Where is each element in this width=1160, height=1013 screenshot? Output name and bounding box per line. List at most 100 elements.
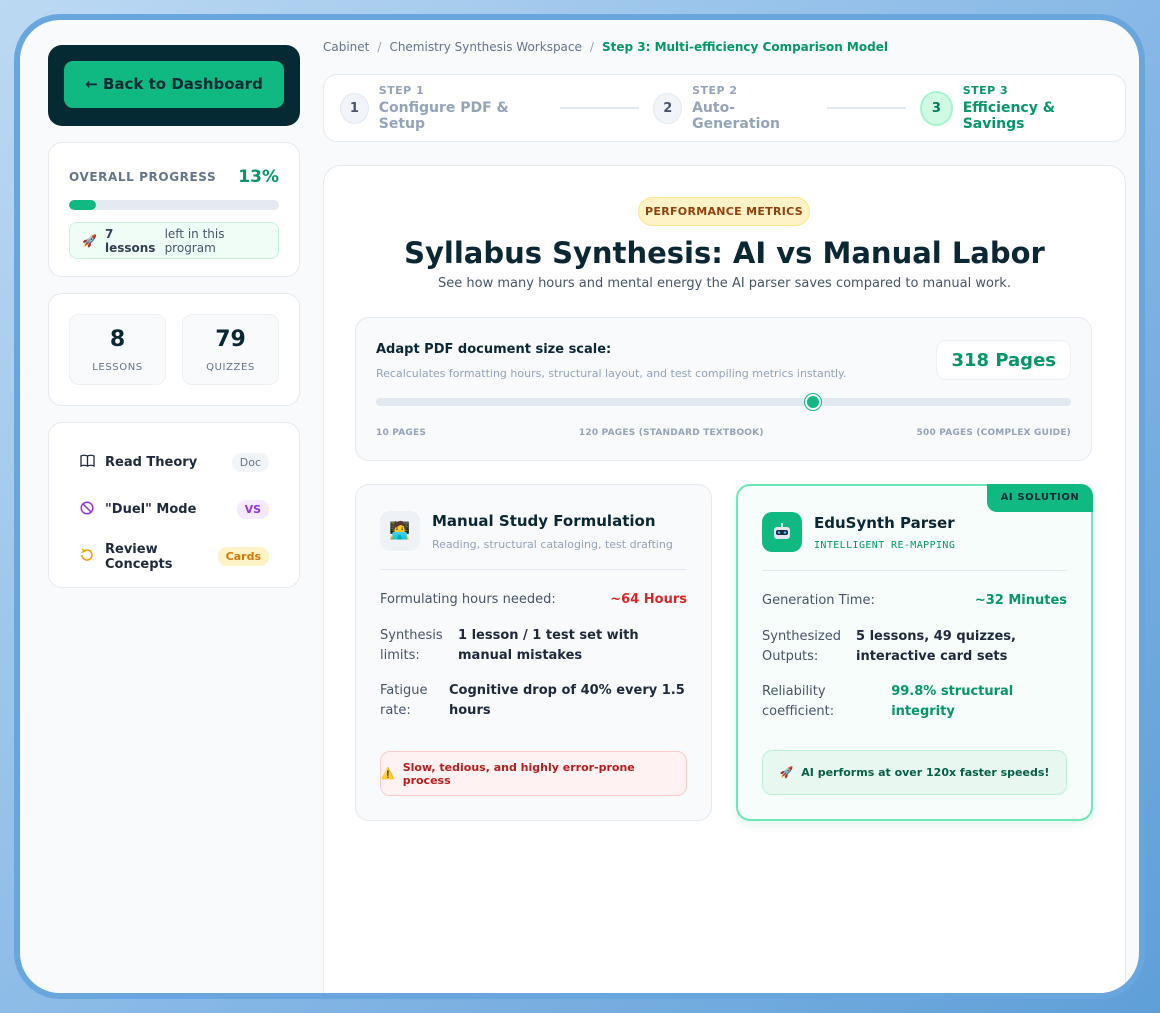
robot-icon: [762, 512, 802, 552]
doc-badge: Doc: [231, 453, 269, 472]
menu-item-label: Read Theory: [105, 455, 198, 470]
ai-solution-tag: AI SOLUTION: [987, 484, 1093, 512]
step-connector: [559, 107, 640, 109]
lessons-left-count: 7 lessons: [104, 226, 156, 255]
menu-item-read-theory[interactable]: Read Theory Doc: [79, 439, 269, 486]
metric-label: Reliability coefficient:: [762, 684, 835, 719]
comparison-panel: PERFORMANCE METRICS Syllabus Synthesis: …: [323, 165, 1126, 993]
sidebar: ← Back to Dashboard OVERALL PROGRESS 13%…: [48, 45, 300, 588]
step-1[interactable]: 1 STEP 1 Configure PDF & Setup: [340, 84, 546, 132]
page-size-slider[interactable]: [376, 394, 1071, 410]
menu-item-duel-mode[interactable]: "Duel" Mode VS: [79, 486, 269, 533]
person-at-laptop-icon: 🧑‍💻: [380, 511, 420, 551]
menu-item-label: "Duel" Mode: [105, 502, 197, 517]
card-title: Manual Study Formulation: [432, 511, 656, 530]
step-title: Auto-Generation: [692, 100, 780, 132]
metric-value: Cognitive drop of 40% every 1.5 hours: [449, 683, 685, 718]
rocket-icon: 🚀: [82, 233, 97, 248]
device-frame: ← Back to Dashboard OVERALL PROGRESS 13%…: [14, 14, 1145, 999]
page-subtitle: See how many hours and mental energy the…: [438, 276, 1011, 291]
pages-count-display: 318 Pages: [936, 340, 1071, 380]
card-title: EduSynth Parser: [814, 513, 955, 532]
stat-label: LESSONS: [92, 362, 143, 373]
menu-item-review-concepts[interactable]: Review Concepts Cards: [79, 533, 269, 580]
progress-card: OVERALL PROGRESS 13% 🚀 7 lessons left in…: [48, 142, 300, 277]
divider: [762, 570, 1067, 571]
card-subtitle: Reading, structural cataloging, test dra…: [432, 537, 673, 551]
stat-label: QUIZZES: [206, 362, 255, 373]
performance-metrics-badge: PERFORMANCE METRICS: [638, 197, 810, 226]
manual-warning-note: ⚠️ Slow, tedious, and highly error-prone…: [380, 751, 687, 796]
metric-value: ~64 Hours: [610, 592, 687, 607]
main-content: Cabinet / Chemistry Synthesis Workspace …: [323, 40, 1126, 993]
note-text: Slow, tedious, and highly error-prone pr…: [402, 760, 635, 787]
stat-quizzes: 79 QUIZZES: [182, 314, 279, 385]
breadcrumb: Cabinet / Chemistry Synthesis Workspace …: [323, 40, 1126, 60]
stat-value: 8: [109, 327, 126, 352]
metric-label: Fatigue rate:: [380, 683, 428, 718]
ai-comparison-card: AI SOLUTION EduSynth Parser INTELLIGENT …: [736, 484, 1093, 821]
stepper: 1 STEP 1 Configure PDF & Setup 2 STEP 2 …: [323, 74, 1126, 142]
breadcrumb-current: Step 3: Multi-efficiency Comparison Mode…: [601, 40, 888, 54]
stat-lessons: 8 LESSONS: [69, 314, 166, 385]
breadcrumb-workspace[interactable]: Chemistry Synthesis Workspace: [389, 40, 581, 60]
metric-label: Formulating hours needed:: [380, 592, 556, 607]
metric-row: Reliability coefficient: 99.8% structura…: [762, 682, 1067, 722]
app-screen: ← Back to Dashboard OVERALL PROGRESS 13%…: [20, 20, 1139, 993]
progress-label: OVERALL PROGRESS: [69, 170, 217, 184]
stat-value: 79: [215, 327, 246, 352]
step-connector: [826, 107, 907, 109]
metric-row: Synthesis limits: 1 lesson / 1 test set …: [380, 626, 687, 666]
pdf-scale-card: Adapt PDF document size scale: Recalcula…: [355, 317, 1092, 461]
breadcrumb-cabinet[interactable]: Cabinet: [323, 40, 369, 60]
step-kicker: STEP 1: [378, 84, 425, 97]
step-2[interactable]: 2 STEP 2 Auto-Generation: [653, 84, 812, 132]
metric-value: 99.8% structural integrity: [891, 684, 1014, 719]
metric-label: Generation Time:: [762, 593, 875, 608]
metric-value: ~32 Minutes: [974, 593, 1067, 608]
cards-badge: Cards: [217, 547, 269, 566]
breadcrumb-separator: /: [589, 40, 594, 54]
progress-bar-fill: [69, 200, 97, 210]
step-number: 2: [653, 92, 683, 124]
step-title: Efficiency & Savings: [962, 100, 1055, 132]
step-title: Configure PDF & Setup: [378, 100, 509, 132]
metric-row: Fatigue rate: Cognitive drop of 40% ever…: [380, 681, 687, 721]
stats-card: 8 LESSONS 79 QUIZZES: [48, 293, 300, 406]
metric-label: Synthesized Outputs:: [762, 629, 841, 664]
slider-label-max: 500 PAGES (COMPLEX GUIDE): [916, 428, 1071, 438]
page-title: Syllabus Synthesis: AI vs Manual Labor: [404, 236, 1045, 270]
prohibited-icon: [79, 500, 95, 519]
back-to-dashboard-button[interactable]: ← Back to Dashboard: [64, 61, 284, 108]
step-number: 1: [340, 92, 369, 124]
slider-label-min: 10 PAGES: [376, 428, 427, 438]
rocket-icon: 🚀: [779, 766, 794, 779]
progress-percent: 13%: [238, 167, 279, 187]
slider-label-mid: 120 PAGES (STANDARD TEXTBOOK): [578, 428, 764, 438]
book-icon: [79, 454, 95, 471]
lessons-left-notice: 🚀 7 lessons left in this program: [69, 222, 279, 259]
step-3[interactable]: 3 STEP 3 Efficiency & Savings: [920, 84, 1109, 132]
lessons-left-text: left in this program: [164, 226, 225, 255]
step-number: 3: [920, 90, 953, 126]
divider: [380, 569, 687, 570]
metric-row: Synthesized Outputs: 5 lessons, 49 quizz…: [762, 627, 1067, 667]
back-card: ← Back to Dashboard: [48, 45, 300, 126]
mode-menu: Read Theory Doc "Duel" Mode VS Review Co…: [48, 422, 300, 588]
breadcrumb-separator: /: [377, 40, 382, 54]
metric-row: Formulating hours needed: ~64 Hours: [380, 590, 687, 610]
vs-badge: VS: [236, 500, 269, 519]
step-kicker: STEP 2: [692, 84, 738, 97]
slider-labels: 10 PAGES 120 PAGES (STANDARD TEXTBOOK) 5…: [376, 428, 1071, 438]
metric-value: 1 lesson / 1 test set with manual mistak…: [458, 628, 639, 663]
menu-item-label: Review Concepts: [105, 541, 173, 572]
ai-speed-note: 🚀 AI performs at over 120x faster speeds…: [762, 750, 1067, 795]
metric-value: 5 lessons, 49 quizzes, interactive card …: [856, 629, 1016, 664]
warning-icon: ⚠️: [381, 767, 395, 780]
step-kicker: STEP 3: [962, 84, 1009, 97]
metric-label: Synthesis limits:: [380, 628, 443, 663]
card-subtitle: INTELLIGENT RE-MAPPING: [814, 539, 956, 551]
slider-thumb[interactable]: [804, 394, 821, 410]
metric-row: Generation Time: ~32 Minutes: [762, 591, 1067, 611]
note-text: AI performs at over 120x faster speeds!: [801, 766, 1050, 779]
